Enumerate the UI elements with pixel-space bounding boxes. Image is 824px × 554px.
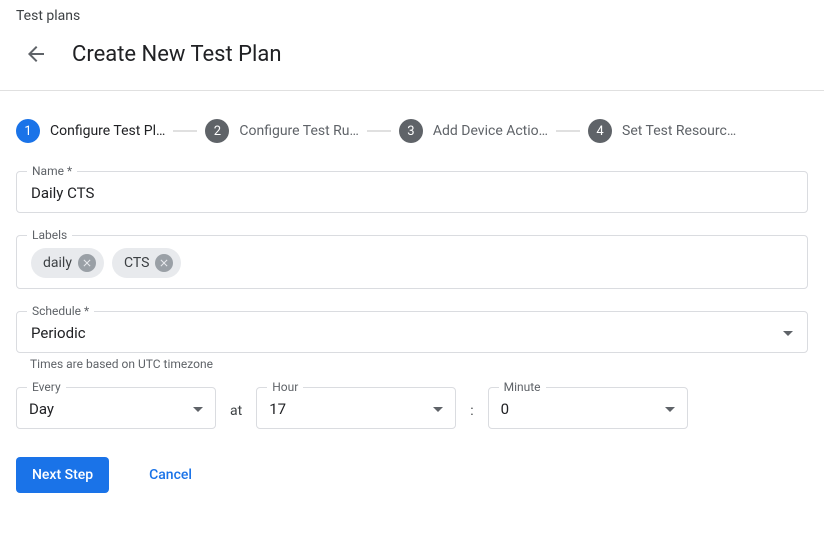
step-3[interactable]: 3 Add Device Actio… — [399, 119, 548, 143]
step-1[interactable]: 1 Configure Test Pl… — [16, 119, 165, 143]
step-4[interactable]: 4 Set Test Resourc… — [588, 119, 736, 143]
cancel-button[interactable]: Cancel — [149, 467, 192, 483]
labels-label: Labels — [27, 228, 72, 242]
step-connector — [367, 130, 391, 132]
step-number: 4 — [588, 119, 612, 143]
dropdown-arrow-icon — [433, 407, 443, 412]
button-row: Next Step Cancel — [16, 457, 808, 493]
step-number: 2 — [205, 119, 229, 143]
hour-label: Hour — [267, 380, 303, 394]
dropdown-arrow-icon — [783, 331, 793, 336]
at-separator: at — [230, 397, 242, 419]
minute-value: 0 — [501, 400, 509, 418]
next-step-button[interactable]: Next Step — [16, 457, 109, 493]
dropdown-arrow-icon — [665, 407, 675, 412]
hour-select[interactable]: 17 — [269, 400, 443, 418]
breadcrumb: Test plans — [0, 0, 824, 28]
step-number: 1 — [16, 119, 40, 143]
labels-field[interactable]: Labels daily CTS — [16, 235, 808, 289]
chip-remove-icon[interactable] — [78, 254, 96, 272]
name-input[interactable] — [31, 184, 793, 202]
hour-field[interactable]: Hour 17 — [256, 387, 456, 429]
step-label: Add Device Actio… — [433, 123, 548, 139]
name-label: Name * — [27, 164, 77, 178]
schedule-value: Periodic — [31, 324, 86, 342]
chip-remove-icon[interactable] — [155, 254, 173, 272]
schedule-label: Schedule * — [27, 304, 94, 318]
dropdown-arrow-icon — [193, 407, 203, 412]
name-field[interactable]: Name * — [16, 171, 808, 213]
step-2[interactable]: 2 Configure Test Ru… — [205, 119, 359, 143]
schedule-row: Every Day at Hour 17 : Minute 0 — [16, 387, 808, 429]
every-value: Day — [29, 400, 54, 418]
step-label: Configure Test Ru… — [239, 123, 359, 139]
chips-container: daily CTS — [31, 248, 793, 278]
minute-select[interactable]: 0 — [501, 400, 675, 418]
back-arrow-icon[interactable] — [16, 34, 56, 74]
chip-text: daily — [43, 255, 72, 271]
step-label: Configure Test Pl… — [50, 123, 165, 139]
chip-text: CTS — [124, 255, 149, 271]
hour-value: 17 — [269, 400, 286, 418]
every-field[interactable]: Every Day — [16, 387, 216, 429]
colon-separator: : — [470, 397, 473, 419]
schedule-field[interactable]: Schedule * Periodic — [16, 311, 808, 353]
stepper: 1 Configure Test Pl… 2 Configure Test Ru… — [16, 119, 808, 143]
divider — [0, 90, 824, 91]
schedule-select[interactable]: Periodic — [31, 324, 793, 342]
every-label: Every — [27, 380, 66, 394]
minute-label: Minute — [499, 380, 546, 394]
step-connector — [556, 130, 580, 132]
minute-field[interactable]: Minute 0 — [488, 387, 688, 429]
chip-cts: CTS — [112, 248, 181, 278]
page-header: Create New Test Plan — [0, 28, 824, 90]
page-title: Create New Test Plan — [72, 42, 282, 67]
timezone-hint: Times are based on UTC timezone — [16, 357, 808, 371]
every-select[interactable]: Day — [29, 400, 203, 418]
step-number: 3 — [399, 119, 423, 143]
step-connector — [173, 130, 197, 132]
chip-daily: daily — [31, 248, 104, 278]
step-label: Set Test Resourc… — [622, 123, 736, 139]
